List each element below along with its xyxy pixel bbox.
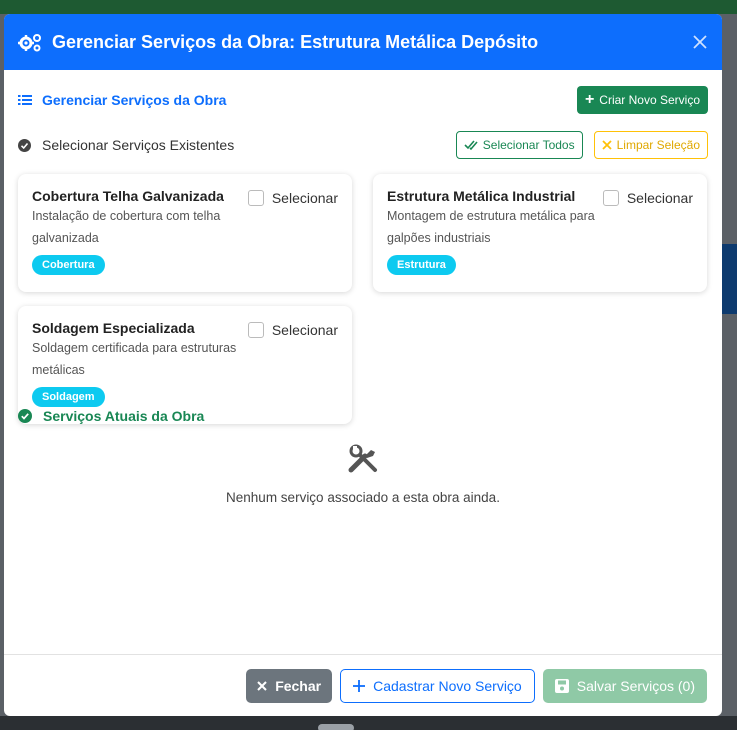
list-icon	[18, 95, 32, 105]
service-card: Cobertura Telha Galvanizada Instalação d…	[18, 174, 352, 292]
create-service-label: Criar Novo Serviço	[599, 93, 700, 107]
checkbox[interactable]	[602, 190, 619, 206]
close-icon[interactable]	[692, 34, 708, 50]
create-service-button[interactable]: + Criar Novo Serviço	[576, 86, 708, 114]
modal-title: Gerenciar Serviços da Obra: Estrutura Me…	[52, 31, 539, 52]
service-card: Estrutura Metálica Industrial Montagem d…	[373, 174, 707, 292]
checkbox-label: Selecionar	[271, 190, 338, 206]
register-service-label: Cadastrar Novo Serviço	[373, 677, 522, 694]
service-select-checkbox[interactable]: Selecionar	[247, 322, 338, 338]
save-icon	[554, 678, 569, 693]
register-service-button[interactable]: Cadastrar Novo Serviço	[340, 668, 535, 703]
select-existing-label: Selecionar Serviços Existentes	[42, 137, 235, 153]
manage-section-title: Gerenciar Serviços da Obra	[18, 92, 226, 108]
modal-header: Gerenciar Serviços da Obra: Estrutura Me…	[4, 14, 722, 70]
backdrop-page-footer	[0, 716, 737, 730]
modal-body: Gerenciar Serviços da Obra + Criar Novo …	[4, 70, 722, 654]
check-circle-icon	[18, 138, 31, 152]
service-category-badge: Soldagem	[32, 387, 105, 407]
select-all-label: Selecionar Todos	[482, 138, 575, 152]
checkbox[interactable]	[247, 322, 264, 338]
current-services-title: Serviços Atuais da Obra	[18, 408, 204, 424]
x-icon	[257, 680, 267, 691]
service-card: Soldagem Especializada Soldagem certific…	[18, 306, 352, 424]
gears-icon	[18, 34, 41, 52]
save-services-label: Salvar Serviços (0)	[576, 677, 695, 694]
save-services-button[interactable]: Salvar Serviços (0)	[542, 668, 707, 703]
close-button[interactable]: Fechar	[246, 668, 333, 703]
service-select-checkbox[interactable]: Selecionar	[247, 190, 338, 206]
backdrop-page-header	[0, 0, 737, 14]
service-description: Montagem de estrutura metálica para galp…	[387, 209, 595, 245]
manage-section-label: Gerenciar Serviços da Obra	[42, 92, 227, 108]
double-check-icon	[464, 139, 478, 150]
select-all-button[interactable]: Selecionar Todos	[455, 131, 583, 159]
plus-icon	[353, 679, 366, 692]
service-select-checkbox[interactable]: Selecionar	[602, 190, 693, 206]
service-description: Instalação de cobertura com telha galvan…	[32, 209, 221, 245]
clear-selection-label: Limpar Seleção	[616, 138, 700, 152]
checkbox-label: Selecionar	[626, 190, 693, 206]
backdrop-stripe	[722, 244, 737, 314]
service-cards: Cobertura Telha Galvanizada Instalação d…	[18, 174, 708, 444]
check-circle-icon	[18, 409, 32, 423]
service-description: Soldagem certificada para estruturas met…	[32, 341, 237, 377]
backdrop-pill	[318, 724, 354, 730]
select-existing-title: Selecionar Serviços Existentes	[18, 137, 234, 153]
current-services-label: Serviços Atuais da Obra	[43, 408, 205, 424]
empty-state-text: Nenhum serviço associado a esta obra ain…	[226, 490, 500, 505]
x-icon	[601, 140, 612, 150]
manage-services-modal: Gerenciar Serviços da Obra: Estrutura Me…	[4, 14, 722, 716]
clear-selection-button[interactable]: Limpar Seleção	[593, 131, 708, 159]
service-category-badge: Cobertura	[32, 255, 105, 275]
modal-footer: Fechar Cadastrar Novo Serviço Salvar Ser…	[4, 654, 722, 716]
tools-icon	[348, 444, 377, 473]
empty-state: Nenhum serviço associado a esta obra ain…	[4, 444, 722, 505]
close-button-label: Fechar	[275, 677, 322, 694]
service-category-badge: Estrutura	[387, 255, 456, 275]
checkbox-label: Selecionar	[271, 322, 338, 338]
checkbox[interactable]	[247, 190, 264, 206]
plus-icon: +	[584, 91, 595, 108]
